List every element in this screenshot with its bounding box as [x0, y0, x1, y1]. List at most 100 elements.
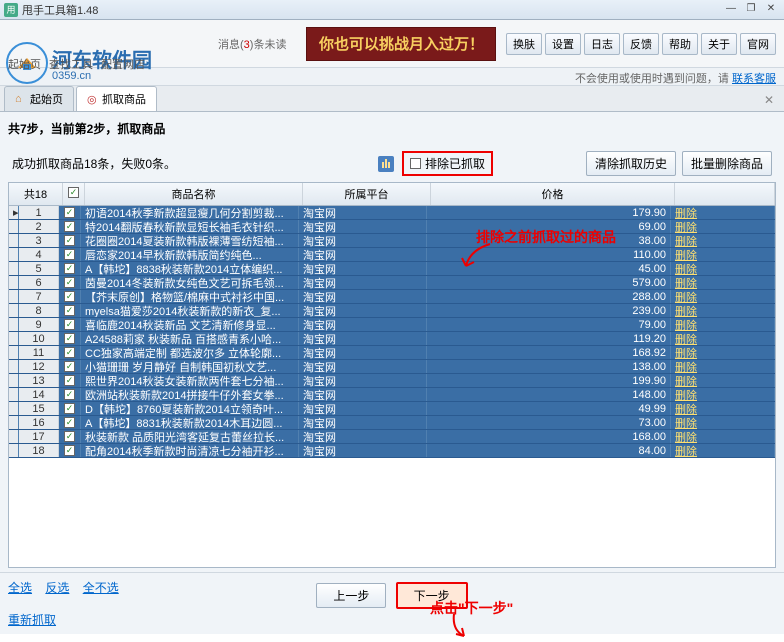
- nav-search[interactable]: 查找工具: [49, 56, 93, 72]
- row-checkbox[interactable]: ✓: [59, 416, 81, 429]
- row-delete[interactable]: 删除: [671, 402, 775, 415]
- row-checkbox[interactable]: ✓: [59, 304, 81, 317]
- table-row[interactable]: 14✓欧洲站秋装新款2014拼接牛仔外套女拳...淘宝网148.00删除: [9, 388, 775, 402]
- row-checkbox[interactable]: ✓: [59, 332, 81, 345]
- table-row[interactable]: 8✓myelsa猫爱莎2014秋装新款的新衣_复...淘宝网239.00删除: [9, 304, 775, 318]
- row-name: 初语2014秋季新款超显瘦几何分割剪裁...: [81, 206, 299, 219]
- tab-close-button[interactable]: ✕: [762, 93, 776, 107]
- table-row[interactable]: 3✓花圈圈2014夏装新款韩版裸薄雪纺短袖...淘宝网38.00删除: [9, 234, 775, 248]
- row-checkbox[interactable]: ✓: [59, 444, 81, 457]
- table-row[interactable]: 11✓CC独家高端定制 都选波尔多 立体轮廓...淘宝网168.92删除: [9, 346, 775, 360]
- table-row[interactable]: 16✓A【韩坨】8831秋装新款2014木耳边圆...淘宝网73.00删除: [9, 416, 775, 430]
- row-checkbox[interactable]: ✓: [59, 402, 81, 415]
- row-delete[interactable]: 删除: [671, 332, 775, 345]
- table-row[interactable]: 6✓茵曼2014冬装新款女纯色文艺可拆毛领...淘宝网579.00删除: [9, 276, 775, 290]
- table-row[interactable]: 17✓秋装新款 品质阳光湾客延复古蕾丝拉长...淘宝网168.00删除: [9, 430, 775, 444]
- row-checkbox[interactable]: ✓: [59, 206, 81, 219]
- capture-icon: ◎: [87, 93, 99, 105]
- row-delete[interactable]: 删除: [671, 318, 775, 331]
- row-checkbox[interactable]: ✓: [59, 346, 81, 359]
- row-marker: [9, 388, 19, 401]
- tab-capture[interactable]: ◎ 抓取商品: [76, 86, 157, 111]
- row-delete[interactable]: 删除: [671, 290, 775, 303]
- row-delete[interactable]: 删除: [671, 206, 775, 219]
- row-delete[interactable]: 删除: [671, 262, 775, 275]
- row-checkbox[interactable]: ✓: [59, 388, 81, 401]
- nav-home[interactable]: 起始页: [8, 56, 41, 72]
- clear-history-button[interactable]: 清除抓取历史: [586, 151, 676, 176]
- row-index: 2: [19, 220, 59, 233]
- row-checkbox[interactable]: ✓: [59, 276, 81, 289]
- row-price: 168.00: [427, 430, 671, 443]
- row-delete[interactable]: 删除: [671, 248, 775, 261]
- exclude-checkbox-wrap[interactable]: 排除已抓取: [402, 151, 493, 176]
- row-delete[interactable]: 删除: [671, 234, 775, 247]
- row-delete[interactable]: 删除: [671, 444, 775, 457]
- row-checkbox[interactable]: ✓: [59, 262, 81, 275]
- skin-button[interactable]: 换肤: [506, 33, 542, 55]
- restore-button[interactable]: ❐: [742, 3, 760, 17]
- feedback-button[interactable]: 反馈: [623, 33, 659, 55]
- table-row[interactable]: 7✓【芥末原创】格物篮/棉麻中式衬衫中国...淘宝网288.00删除: [9, 290, 775, 304]
- row-marker: [9, 346, 19, 359]
- content: 共7步，当前第2步，抓取商品 排除之前抓取过的商品 成功抓取商品18条，失败0条…: [0, 112, 784, 572]
- help-button[interactable]: 帮助: [662, 33, 698, 55]
- table-row[interactable]: 4✓唇恋家2014早秋新款韩版简约纯色...淘宝网110.00删除: [9, 248, 775, 262]
- row-delete[interactable]: 删除: [671, 304, 775, 317]
- row-price: 73.00: [427, 416, 671, 429]
- exclude-checkbox[interactable]: [410, 158, 421, 169]
- minimize-button[interactable]: —: [722, 3, 740, 17]
- row-delete[interactable]: 删除: [671, 346, 775, 359]
- table-row[interactable]: 18✓配角2014秋季新款时尚清凉七分袖开衫...淘宝网84.00删除: [9, 444, 775, 458]
- contact-link[interactable]: 联系客服: [732, 73, 776, 85]
- table-row[interactable]: 12✓小猫珊珊 岁月静好 自制韩国初秋文艺...淘宝网138.00删除: [9, 360, 775, 374]
- col-name[interactable]: 商品名称: [85, 183, 303, 205]
- row-delete[interactable]: 删除: [671, 430, 775, 443]
- col-platform[interactable]: 所属平台: [303, 183, 431, 205]
- row-platform: 淘宝网: [299, 402, 427, 415]
- prev-button[interactable]: 上一步: [316, 583, 386, 608]
- table-row[interactable]: ▸1✓初语2014秋季新款超显瘦几何分割剪裁...淘宝网179.90删除: [9, 206, 775, 220]
- row-checkbox[interactable]: ✓: [59, 220, 81, 233]
- row-platform: 淘宝网: [299, 444, 427, 457]
- row-delete[interactable]: 删除: [671, 276, 775, 289]
- product-grid: 共18 ✓ 商品名称 所属平台 价格 ▸1✓初语2014秋季新款超显瘦几何分割剪…: [8, 182, 776, 568]
- select-invert-link[interactable]: 反选: [45, 581, 69, 595]
- tab-home[interactable]: ⌂ 起始页: [4, 86, 74, 111]
- settings-button[interactable]: 设置: [545, 33, 581, 55]
- row-checkbox[interactable]: ✓: [59, 430, 81, 443]
- about-button[interactable]: 关于: [701, 33, 737, 55]
- promo-banner[interactable]: 你也可以挑战月入过万！: [306, 27, 496, 61]
- app-icon: 用: [4, 3, 18, 17]
- row-delete[interactable]: 删除: [671, 220, 775, 233]
- table-row[interactable]: 15✓D【韩坨】8760夏装新款2014立领奇叶...淘宝网49.99删除: [9, 402, 775, 416]
- batch-delete-button[interactable]: 批量删除商品: [682, 151, 772, 176]
- table-row[interactable]: 5✓A【韩坨】8838秋装新款2014立体编织...淘宝网45.00删除: [9, 262, 775, 276]
- row-delete[interactable]: 删除: [671, 360, 775, 373]
- row-checkbox[interactable]: ✓: [59, 318, 81, 331]
- table-row[interactable]: 2✓特2014翻版春秋新款显短长袖毛衣针织...淘宝网69.00删除: [9, 220, 775, 234]
- row-delete[interactable]: 删除: [671, 388, 775, 401]
- row-checkbox[interactable]: ✓: [59, 290, 81, 303]
- row-delete[interactable]: 删除: [671, 374, 775, 387]
- col-price[interactable]: 价格: [431, 183, 675, 205]
- table-row[interactable]: 13✓熙世界2014秋装女装新款两件套七分袖...淘宝网199.90删除: [9, 374, 775, 388]
- message-indicator[interactable]: 消息(3)条未读: [218, 36, 286, 52]
- row-checkbox[interactable]: ✓: [59, 234, 81, 247]
- row-platform: 淘宝网: [299, 332, 427, 345]
- table-row[interactable]: 10✓A24588莉家 秋装新品 百搭感青系小哈...淘宝网119.20删除: [9, 332, 775, 346]
- close-button[interactable]: ✕: [762, 3, 780, 17]
- website-button[interactable]: 官网: [740, 33, 776, 55]
- row-checkbox[interactable]: ✓: [59, 248, 81, 261]
- redo-link[interactable]: 重新抓取: [8, 611, 56, 628]
- table-row[interactable]: 9✓喜临鹿2014秋装新品 文艺清新修身显...淘宝网79.00删除: [9, 318, 775, 332]
- col-checkbox[interactable]: ✓: [63, 183, 85, 205]
- select-all-link[interactable]: 全选: [8, 581, 32, 595]
- row-delete[interactable]: 删除: [671, 416, 775, 429]
- select-none-link[interactable]: 全不选: [83, 581, 119, 595]
- row-checkbox[interactable]: ✓: [59, 374, 81, 387]
- row-marker: [9, 332, 19, 345]
- nav-config[interactable]: 配置网店: [101, 56, 145, 72]
- log-button[interactable]: 日志: [584, 33, 620, 55]
- row-checkbox[interactable]: ✓: [59, 360, 81, 373]
